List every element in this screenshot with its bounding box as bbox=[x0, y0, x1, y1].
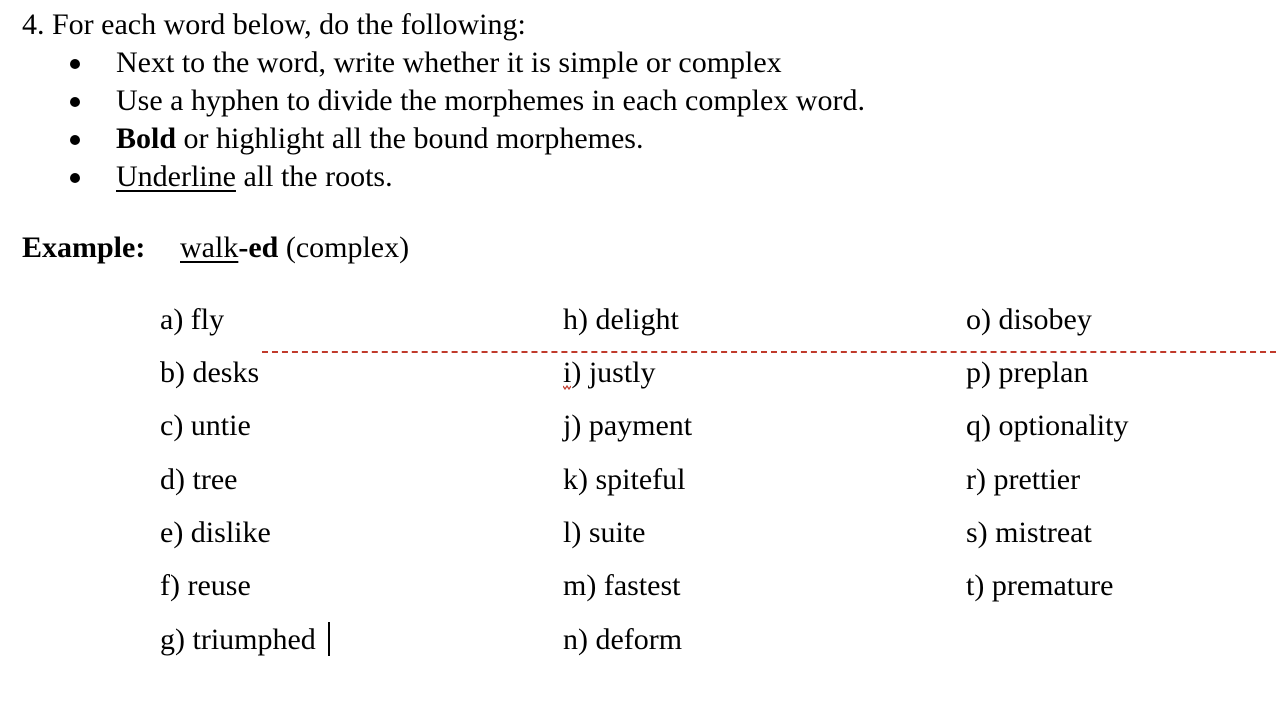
bullet-bold: Bold or highlight all the bound morpheme… bbox=[116, 124, 643, 154]
question-heading: 4. For each word below, do the following… bbox=[22, 8, 526, 41]
bullet-bold-rest: or highlight all the bound morphemes. bbox=[176, 122, 644, 155]
word-item: b) desks bbox=[160, 356, 260, 389]
word-item: n) deform bbox=[563, 623, 683, 656]
text-cursor[interactable] bbox=[328, 622, 330, 656]
word-item: h) delight bbox=[563, 303, 679, 336]
bullet-simple-complex: Next to the word, write whether it is si… bbox=[116, 46, 782, 79]
bullet-dot bbox=[70, 173, 80, 183]
example-note: (complex) bbox=[278, 231, 410, 264]
dashed-divider bbox=[262, 351, 1276, 353]
bullet-underline-rest: all the roots. bbox=[235, 160, 393, 193]
example-separator: - bbox=[238, 231, 249, 264]
word-item: m) fastest bbox=[563, 569, 681, 602]
word-item: a) fly bbox=[160, 303, 225, 336]
word-item: s) mistreat bbox=[966, 516, 1092, 549]
word-item: q) optionality bbox=[966, 409, 1129, 442]
underline-word: Underline bbox=[116, 160, 236, 193]
example-bound-morpheme: ed bbox=[248, 231, 279, 264]
bullet-underline: Underline all the roots. bbox=[116, 162, 393, 192]
example-root: walk bbox=[180, 231, 239, 264]
word-item: c) untie bbox=[160, 409, 251, 442]
example-label: Example: bbox=[22, 231, 146, 264]
word-item: i) justly bbox=[563, 356, 656, 389]
word-item: g) triumphed bbox=[160, 623, 316, 656]
word-item: d) tree bbox=[160, 463, 238, 496]
word-item: o) disobey bbox=[966, 303, 1092, 336]
word-item: p) preplan bbox=[966, 356, 1089, 389]
bullet-dot bbox=[70, 97, 80, 107]
spellcheck-squiggle-icon bbox=[563, 385, 571, 390]
bullet-dot bbox=[70, 135, 80, 145]
word-item: f) reuse bbox=[160, 569, 251, 602]
bullet-dot bbox=[70, 59, 80, 69]
word-item: t) premature bbox=[966, 569, 1114, 602]
bold-word: Bold bbox=[116, 122, 177, 155]
example-word: walk-ed (complex) bbox=[180, 233, 409, 263]
word-item: l) suite bbox=[563, 516, 646, 549]
word-item: k) spiteful bbox=[563, 463, 686, 496]
bullet-hyphen: Use a hyphen to divide the morphemes in … bbox=[116, 84, 865, 117]
word-item: r) prettier bbox=[966, 463, 1081, 496]
word-item: e) dislike bbox=[160, 516, 271, 549]
word-item: j) payment bbox=[563, 409, 693, 442]
